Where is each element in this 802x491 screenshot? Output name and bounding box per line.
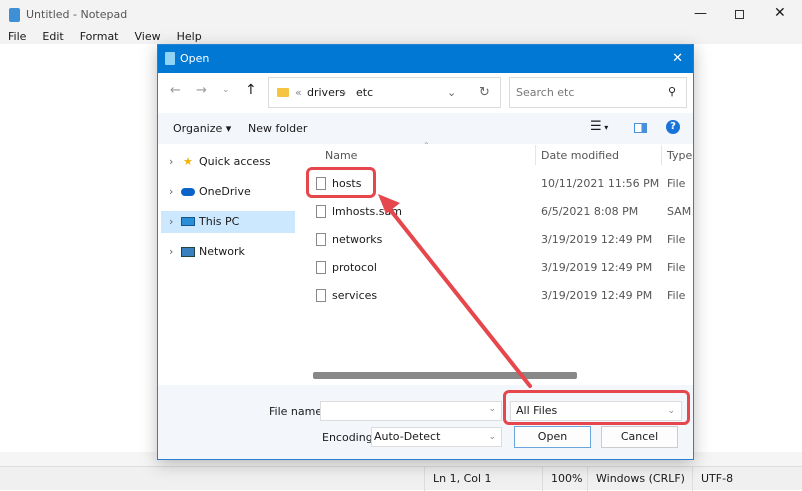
annotation-arrow [378, 194, 532, 388]
